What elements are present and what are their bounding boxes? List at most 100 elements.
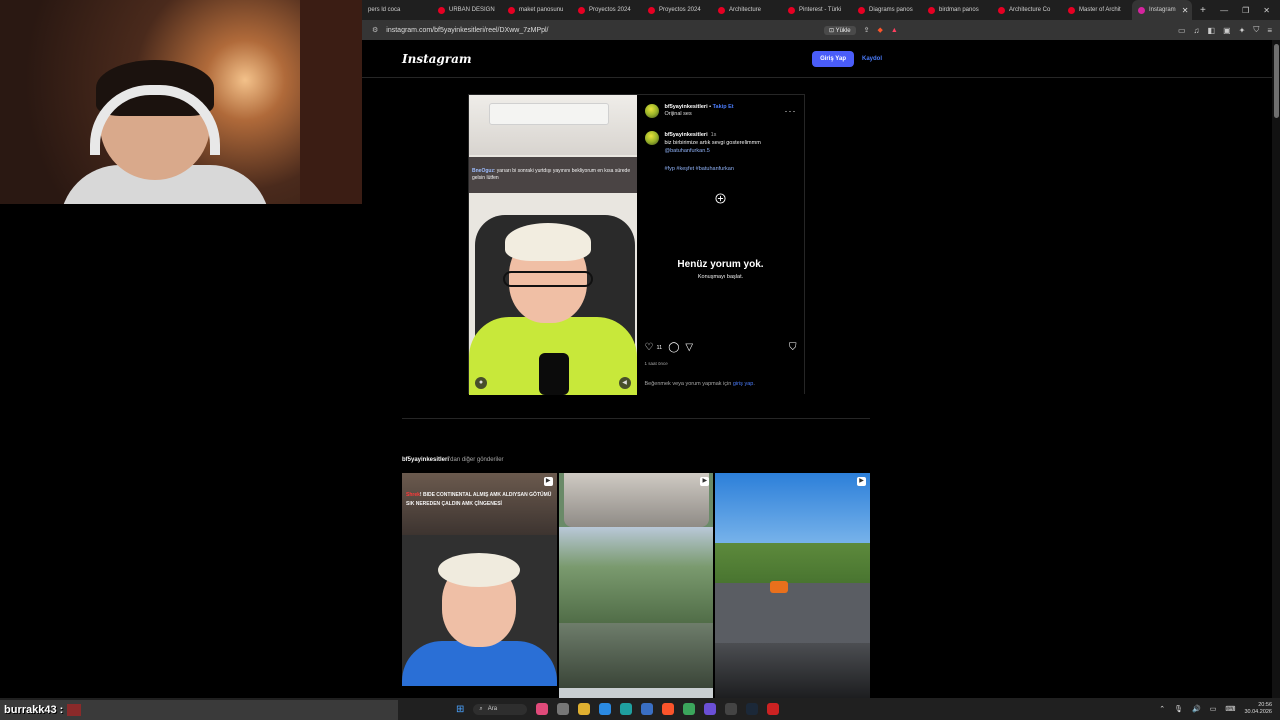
avatar[interactable] — [644, 104, 659, 118]
comment-icon[interactable]: ◯ — [668, 343, 679, 353]
tab-label: maket panosunu — [519, 7, 564, 13]
video-ac-unit — [489, 103, 609, 125]
caption-username[interactable]: bf5yayinkesitleri — [665, 132, 708, 138]
caption-mention[interactable]: @batuhanfurkan.5 — [665, 147, 761, 155]
windows-start-icon[interactable]: ⊞ — [456, 704, 464, 715]
login-prompt-link[interactable]: giriş yap — [733, 381, 753, 387]
tab-label: Architecture — [729, 7, 762, 13]
file-explorer-icon[interactable] — [578, 703, 591, 715]
tab-label: Pinterest - Türki — [799, 7, 842, 13]
browser-tab[interactable]: birdman panos — [922, 0, 992, 20]
steam-icon[interactable] — [746, 703, 759, 715]
wallet-icon[interactable]: ▣ — [1223, 26, 1231, 35]
add-circle-icon[interactable] — [714, 191, 726, 209]
brave-browser-icon[interactable] — [662, 703, 675, 715]
close-icon[interactable]: ✕ — [1182, 6, 1189, 15]
new-tab-button[interactable]: + — [1192, 5, 1214, 16]
scrollbar-thumb[interactable] — [1274, 44, 1279, 118]
menu-icon[interactable]: ≡ — [1267, 26, 1272, 35]
reel-video[interactable]: BneOguz: yarıarı bi sonraki yurtdışı yay… — [469, 95, 637, 395]
signup-link[interactable]: Kaydol — [862, 56, 882, 62]
tab-label: URBAN DESIGN — [449, 7, 495, 13]
mute-icon[interactable]: ◀ — [618, 377, 631, 389]
browser-tab[interactable]: Architecture — [712, 0, 782, 20]
more-posts-username[interactable]: bf5yayinkesitleri — [402, 457, 449, 463]
maximize-icon[interactable]: ❐ — [1242, 6, 1249, 15]
post-header: bf5yayinkesitleri • Takip Et Orijinal se… — [644, 101, 797, 121]
install-button[interactable]: ⊡ Yükle — [824, 25, 856, 35]
thumbnail-hair — [438, 553, 520, 587]
clock-date: 30.04.2026 — [1244, 709, 1272, 715]
search-label: Ara — [487, 706, 498, 712]
browser-tab[interactable]: maket panosunu — [502, 0, 572, 20]
post-sidebar: bf5yayinkesitleri • Takip Et Orijinal se… — [636, 95, 804, 395]
more-options-icon[interactable]: ··· — [785, 106, 797, 116]
thumbnail-dashboard — [715, 643, 871, 698]
browser-tab[interactable]: Master of Archit — [1062, 0, 1132, 20]
browser-tab[interactable]: Proyectos 2024 — [642, 0, 712, 20]
login-button[interactable]: Giriş Yap — [812, 51, 854, 67]
language-icon[interactable]: ⌨ — [1225, 705, 1235, 713]
stream-chat-overlay: burrakk43 : — [0, 700, 398, 720]
browser-tab[interactable]: Proyectos 2024 — [572, 0, 642, 20]
thumbnail-tag: Shrek — [406, 492, 420, 498]
post-time: 1 saat önce — [644, 361, 668, 366]
follow-button[interactable]: Takip Et — [713, 104, 734, 110]
video-overlay-tag: BneOguz — [472, 168, 494, 174]
caption-avatar[interactable] — [644, 131, 659, 145]
tray-chevron-icon[interactable]: ⌃ — [1159, 705, 1165, 713]
instagram-logo[interactable]: Instagram — [402, 52, 472, 66]
edge-icon[interactable] — [620, 703, 633, 715]
speaker-icon[interactable]: 🔊 — [1192, 705, 1201, 713]
mic-icon[interactable]: 🎙 — [1174, 705, 1183, 713]
share-icon[interactable]: ⇪ — [864, 26, 870, 34]
obs-icon[interactable] — [725, 703, 738, 715]
post-thumbnail[interactable]: ▶ — [558, 473, 714, 698]
clock[interactable]: 20:56 30.04.2026 — [1244, 702, 1272, 716]
taskbar-search[interactable]: ⌕ Ara — [473, 703, 528, 715]
thumbnail-trees — [558, 527, 714, 627]
close-window-icon[interactable]: ✕ — [1263, 6, 1270, 15]
browser-tab[interactable]: Diagrams panos — [852, 0, 922, 20]
address-bar: ⚙ instagram.com/bf5yayinkesitleri/reel/D… — [362, 20, 1280, 40]
post-thumbnail[interactable]: ▶ — [715, 473, 871, 698]
brave-shield-icon[interactable]: ◆ — [877, 26, 882, 34]
chrome-icon[interactable] — [683, 703, 696, 715]
like-count[interactable]: 11 — [656, 345, 662, 351]
bookmark-icon[interactable]: ⛉ — [789, 343, 797, 353]
copilot-icon[interactable] — [599, 703, 612, 715]
brave-rewards-icon[interactable]: ▲ — [891, 27, 898, 34]
app-icon[interactable] — [767, 703, 780, 715]
extensions-icon[interactable]: ✦ — [1239, 26, 1246, 35]
clock-time: 20:56 — [1258, 702, 1272, 708]
reader-icon[interactable]: ▭ — [1178, 26, 1186, 35]
tab-label: pers ld coca — [368, 7, 401, 13]
discord-icon[interactable] — [704, 703, 717, 715]
network-icon[interactable]: ▭ — [1210, 705, 1217, 713]
heart-icon[interactable]: ♡ — [645, 343, 654, 353]
audio-label[interactable]: Orijinal ses — [665, 111, 734, 118]
tagged-user-icon[interactable]: ● — [475, 377, 487, 389]
browser-tab[interactable]: URBAN DESIGN — [432, 0, 502, 20]
browser-tab-active[interactable]: Instagram ✕ — [1132, 0, 1192, 20]
url-field[interactable]: instagram.com/bf5yayinkesitleri/reel/DXw… — [386, 27, 548, 34]
thumbnail-road — [715, 583, 871, 643]
post-username[interactable]: bf5yayinkesitleri — [665, 104, 708, 110]
more-posts-title: bf5yayinkesitleri'dan diğer gönderiler — [402, 457, 504, 463]
store-icon[interactable] — [641, 703, 654, 715]
site-settings-icon[interactable]: ⚙ — [372, 26, 378, 34]
post-thumbnail[interactable]: Shrek! BIDE CONTINENTAL ALMIŞ AMK ALDIYS… — [402, 473, 557, 698]
sidebar-icon[interactable]: ◧ — [1208, 26, 1216, 35]
minimize-icon[interactable]: — — [1220, 6, 1228, 15]
browser-tab[interactable]: Architecture Co — [992, 0, 1062, 20]
vpn-icon[interactable]: ⛉ — [1253, 25, 1259, 35]
reel-post: BneOguz: yarıarı bi sonraki yurtdışı yay… — [468, 94, 805, 395]
browser-tab[interactable]: pers ld coca — [362, 0, 432, 20]
share-send-icon[interactable]: ▽ — [685, 343, 693, 353]
widgets-icon[interactable] — [536, 703, 549, 715]
browser-tab[interactable]: Pinterest - Türki — [782, 0, 852, 20]
caption-hashtags[interactable]: #fyp #keşfet #batuhanfurkan — [665, 165, 761, 173]
task-view-icon[interactable] — [557, 703, 570, 715]
music-icon[interactable]: ♫ — [1194, 26, 1200, 35]
scrollbar[interactable] — [1272, 40, 1280, 698]
